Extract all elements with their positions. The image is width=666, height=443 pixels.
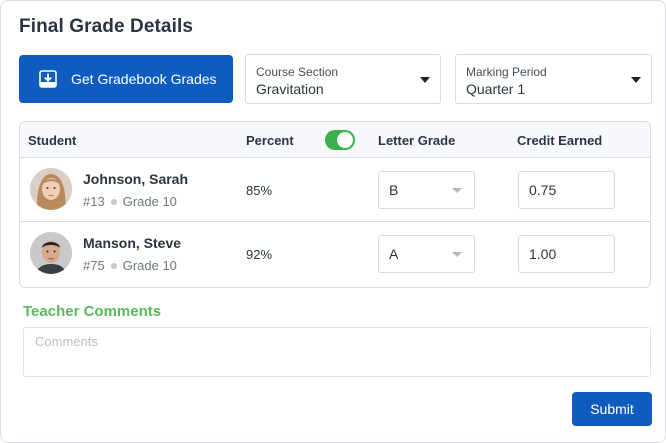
separator-dot (110, 198, 117, 205)
student-name: Manson, Steve (83, 235, 182, 251)
letter-grade-value: A (389, 246, 399, 262)
letter-grade-select[interactable]: A (378, 235, 475, 273)
course-section-value: Gravitation (256, 81, 324, 97)
toggle-knob (337, 132, 353, 148)
student-id: #13 (83, 194, 105, 209)
header-letter-grade: Letter Grade (378, 133, 456, 148)
table-row: Manson, Steve #75 Grade 10 92% A (20, 223, 650, 286)
credit-earned-input[interactable] (518, 235, 615, 273)
submit-button[interactable]: Submit (572, 392, 652, 426)
percent-value: 92% (246, 247, 273, 262)
table-row: Johnson, Sarah #13 Grade 10 85% B (20, 159, 650, 222)
marking-period-value: Quarter 1 (466, 81, 526, 97)
percent-value: 85% (246, 183, 273, 198)
final-grade-card: Final Grade Details Get Gradebook Grades… (0, 0, 666, 443)
header-credit-earned: Credit Earned (517, 133, 603, 148)
table-header: Student Percent Letter Grade Credit Earn… (20, 122, 650, 158)
course-section-select[interactable]: Course Section Gravitation (245, 54, 441, 104)
comments-textarea[interactable] (23, 327, 651, 377)
grades-table: Student Percent Letter Grade Credit Earn… (19, 121, 651, 288)
page-title: Final Grade Details (19, 16, 194, 37)
marking-period-label: Marking Period (466, 65, 547, 79)
get-gradebook-grades-button[interactable]: Get Gradebook Grades (19, 55, 233, 103)
letter-grade-value: B (389, 182, 399, 198)
avatar (30, 168, 72, 210)
student-meta: #75 Grade 10 (83, 258, 177, 273)
avatar (30, 232, 72, 274)
student-id: #75 (83, 258, 105, 273)
course-section-label: Course Section (256, 65, 339, 79)
chevron-down-icon (420, 77, 430, 83)
letter-grade-select[interactable]: B (378, 171, 475, 209)
student-grade-level: Grade 10 (122, 258, 177, 273)
chevron-down-icon (452, 188, 462, 193)
header-student: Student (28, 133, 77, 148)
percent-toggle[interactable] (325, 130, 355, 150)
download-tray-icon (39, 70, 57, 88)
student-grade-level: Grade 10 (122, 194, 177, 209)
teacher-comments-label: Teacher Comments (23, 303, 162, 320)
student-name: Johnson, Sarah (83, 171, 189, 187)
chevron-down-icon (452, 252, 462, 257)
header-percent: Percent (246, 133, 294, 148)
get-gradebook-grades-label: Get Gradebook Grades (71, 71, 217, 87)
separator-dot (110, 262, 117, 269)
chevron-down-icon (631, 77, 641, 83)
marking-period-select[interactable]: Marking Period Quarter 1 (455, 54, 652, 104)
credit-earned-input[interactable] (518, 171, 615, 209)
student-meta: #13 Grade 10 (83, 194, 177, 209)
